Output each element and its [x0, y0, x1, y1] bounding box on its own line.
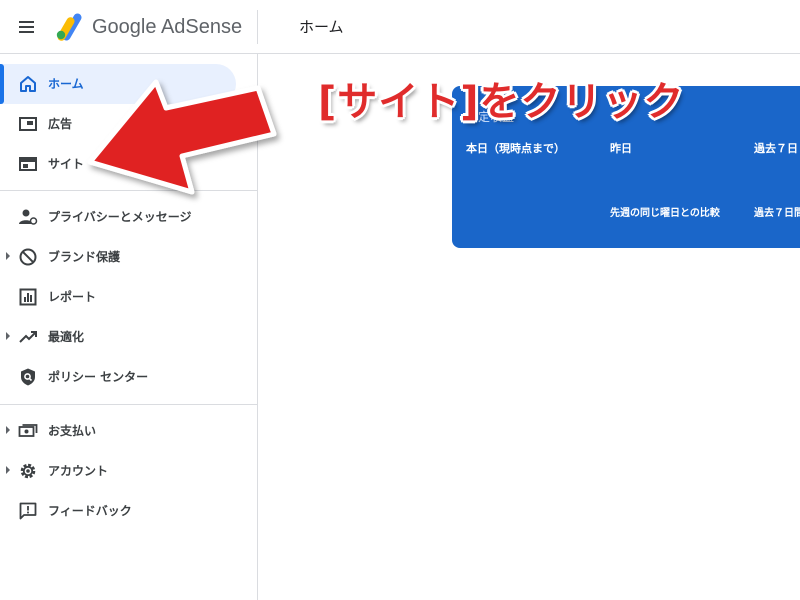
sidebar-item-label: お支払い: [48, 424, 97, 438]
earnings-last7-label: 過去７日: [754, 142, 798, 155]
sidebar-item-reports[interactable]: レポート: [0, 277, 236, 317]
sidebar-item-account[interactable]: アカウント: [0, 451, 236, 491]
adsense-app: Google AdSense ホーム ホーム 広告 サイト プライバシーとメッセ…: [0, 0, 800, 600]
expand-caret-icon[interactable]: [6, 466, 10, 474]
adsense-logo-icon[interactable]: [55, 13, 85, 41]
block-icon: [19, 248, 37, 266]
expand-caret-icon[interactable]: [6, 252, 10, 260]
sidebar-item-label: フィードバック: [48, 504, 132, 518]
privacy-person-icon: [19, 209, 38, 225]
policy-shield-icon: [21, 368, 35, 386]
sidebar-item-policy-center[interactable]: ポリシー センター: [0, 357, 236, 397]
page-title: ホーム: [299, 18, 344, 36]
expand-caret-icon[interactable]: [6, 332, 10, 340]
sidebar-item-label: サイト: [48, 157, 85, 171]
sidebar-item-privacy-messaging[interactable]: プライバシーとメッセージ: [0, 197, 236, 237]
sidebar-item-home[interactable]: ホーム: [0, 64, 236, 104]
sidebar-item-label: ホーム: [48, 77, 84, 91]
ads-icon: [19, 117, 37, 131]
sidebar-item-optimization[interactable]: 最適化: [0, 317, 236, 357]
sidebar-item-ads[interactable]: 広告: [0, 104, 236, 144]
trending-up-icon: [19, 331, 37, 343]
expand-caret-icon[interactable]: [6, 426, 10, 434]
sites-icon: [19, 157, 37, 171]
bar-chart-icon: [19, 288, 37, 306]
sidebar-item-payments[interactable]: お支払い: [0, 411, 236, 451]
sidebar-item-brand-safety[interactable]: ブランド保護: [0, 237, 236, 277]
feedback-icon: [19, 502, 37, 520]
earnings-yesterday-label: 昨日: [610, 142, 632, 155]
sidebar-item-label: ブランド保護: [48, 250, 121, 264]
sidebar-divider: [0, 404, 257, 405]
sidebar-divider: [0, 190, 257, 191]
hamburger-menu-icon[interactable]: [12, 14, 40, 40]
brand-google: Google: [92, 16, 157, 38]
payments-icon: [18, 424, 38, 437]
earnings-today-label: 本日（現時点まで）: [466, 142, 565, 155]
header-divider: [257, 10, 258, 44]
brand-name: Google AdSense: [92, 14, 242, 40]
sidebar-item-label: ポリシー センター: [48, 370, 149, 384]
home-icon: [20, 76, 36, 92]
instruction-annotation: [サイト]をクリック: [318, 79, 685, 125]
sidebar-item-label: レポート: [48, 290, 97, 304]
comparison-yesterday-label: 先週の同じ曜日との比較: [610, 208, 720, 219]
sidebar-item-label: プライバシーとメッセージ: [48, 210, 192, 224]
brand-product: AdSense: [160, 16, 243, 38]
sidebar-item-feedback[interactable]: フィードバック: [0, 491, 236, 531]
sidebar-item-sites[interactable]: サイト: [0, 144, 236, 184]
comparison-last7-label: 過去７日間: [754, 208, 800, 219]
sidebar-item-label: アカウント: [48, 464, 109, 478]
sidebar-item-label: 広告: [48, 117, 73, 131]
gear-icon: [20, 463, 36, 479]
top-app-bar: Google AdSense ホーム: [0, 0, 800, 54]
sidebar-nav: ホーム 広告 サイト プライバシーとメッセージ ブランド保護 レポート 最適化 …: [0, 54, 258, 600]
sidebar-item-label: 最適化: [48, 330, 85, 344]
